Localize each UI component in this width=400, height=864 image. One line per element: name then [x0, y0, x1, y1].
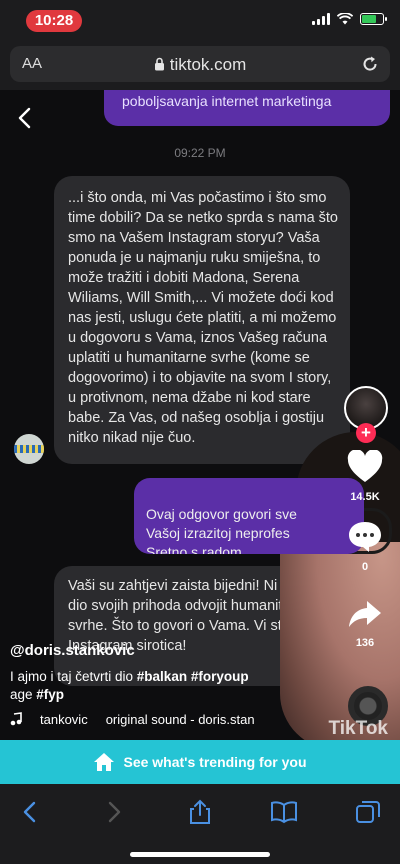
music-note-icon [10, 712, 22, 726]
share-icon [349, 601, 381, 627]
share-button[interactable]: 136 [330, 598, 400, 649]
share-count: 136 [355, 637, 375, 649]
chat-avatar [14, 434, 44, 464]
forward-icon[interactable] [100, 798, 128, 826]
comment-icon [349, 522, 381, 552]
caption-text: age [10, 687, 37, 702]
follow-button[interactable]: + [356, 423, 376, 443]
url-text: tiktok.com [169, 55, 247, 74]
like-count: 14.5K [350, 491, 380, 503]
back-arrow-icon [18, 107, 31, 129]
like-button[interactable]: 14.5K [330, 449, 400, 503]
share-sheet-icon[interactable] [186, 798, 214, 826]
lock-icon [154, 57, 164, 71]
heart-icon [347, 449, 383, 482]
comment-count: 0 [361, 561, 369, 573]
hashtag[interactable]: #fyp [36, 687, 64, 702]
address-bar: AA tiktok.com [0, 42, 400, 90]
url-display[interactable]: tiktok.com [10, 55, 390, 75]
tabs-icon[interactable] [354, 798, 382, 826]
sound-row[interactable]: tankovic original sound - doris.stan [10, 712, 300, 730]
chat-bubble-text: ...i što onda, mi Vas počastimo i što sm… [68, 190, 338, 446]
video-caption: I ajmo i taj četvrti dio #balkan #foryou… [10, 668, 290, 704]
hashtag[interactable]: #balkan [137, 669, 187, 684]
trending-banner-button[interactable]: See what's trending for you [0, 740, 400, 784]
reload-icon[interactable] [360, 54, 380, 74]
action-rail: + 14.5K 0 136 [330, 90, 400, 740]
url-field[interactable]: AA tiktok.com [10, 46, 390, 82]
chat-bubble-incoming: ...i što onda, mi Vas počastimo i što sm… [54, 176, 350, 464]
chat-bubble-text: Ovaj odgovor govori sve Vašoj izrazitoj … [146, 506, 297, 554]
status-bar: 10:28 [0, 0, 400, 42]
back-icon[interactable] [16, 798, 44, 826]
caption-text: I ajmo i taj četvrti dio [10, 669, 137, 684]
wifi-icon [337, 13, 353, 25]
sound-title: original sound - doris.stan [105, 712, 255, 727]
battery-icon [360, 13, 387, 25]
video-player[interactable]: poboljsavanja internet marketinga 09:22 … [0, 90, 400, 740]
comment-button[interactable]: 0 [330, 520, 400, 573]
chat-bubble-text: poboljsavanja internet marketinga [122, 93, 332, 109]
signal-icon [312, 13, 330, 25]
sound-artist: tankovic [40, 712, 88, 727]
trending-banner-label: See what's trending for you [123, 754, 307, 770]
tiktok-watermark: TikTok [328, 718, 388, 739]
home-icon [94, 753, 115, 771]
status-icons [312, 13, 387, 25]
home-indicator [130, 852, 270, 857]
bookmarks-icon[interactable] [270, 798, 298, 826]
creator-username[interactable]: @doris.stankovic [10, 642, 135, 659]
status-time: 10:28 [26, 10, 82, 32]
hashtag[interactable]: #foryoup [191, 669, 249, 684]
